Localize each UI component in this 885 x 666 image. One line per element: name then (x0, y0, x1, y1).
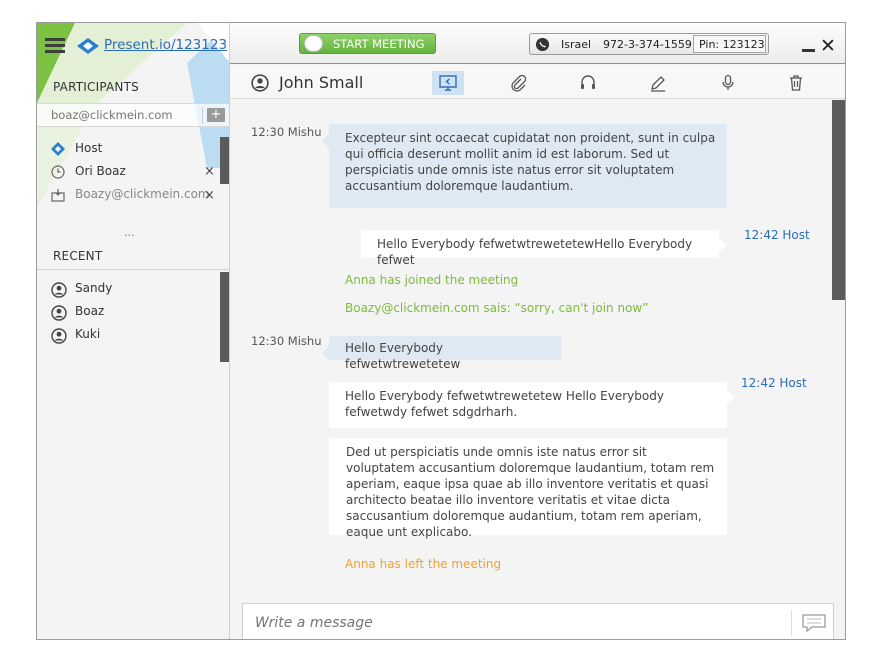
dial-in-number: 972-3-374-1559 (603, 38, 692, 51)
delete-button[interactable] (780, 71, 812, 95)
recent-item[interactable]: Sandy (51, 280, 229, 300)
participant-name: Host (75, 141, 103, 155)
system-message: Boazy@clickmein.com sais: “sorry, can't … (345, 301, 649, 315)
pencil-icon (651, 76, 665, 92)
microphone-button[interactable] (712, 71, 744, 95)
message-bubble: Hello Everybody fefwetwtrewetetewHello E… (361, 230, 726, 267)
message-bubble: Excepteur sint occaecat cupidatat non pr… (322, 124, 727, 208)
meeting-pin: Pin: 123123 (693, 35, 766, 53)
participant-item[interactable]: Boazy@clickmein.com × (51, 186, 229, 206)
host-icon (51, 142, 65, 156)
message-bubble: Hello Everybody fefwetwtrewetetew (322, 336, 561, 371)
recent-item[interactable]: Kuki (51, 326, 229, 346)
remove-participant-icon[interactable]: × (204, 188, 215, 203)
chat-scrollbar[interactable] (832, 100, 845, 300)
brand-logo-icon (77, 38, 99, 54)
top-bar: START MEETING Israel 972-3-374-1559 Pin:… (230, 23, 845, 64)
divider (202, 107, 203, 124)
send-message-icon[interactable] (802, 614, 826, 632)
participant-item[interactable]: Host (51, 140, 229, 160)
recent-name: Sandy (75, 281, 113, 295)
participant-name: Boazy@clickmein.com (75, 187, 210, 201)
draw-button[interactable] (642, 71, 674, 95)
toggle-knob (304, 35, 323, 52)
system-message: Anna has joined the meeting (345, 273, 519, 287)
message-timestamp: 12:42 Host (741, 376, 807, 390)
microphone-icon (722, 74, 734, 90)
message-input[interactable] (255, 613, 775, 633)
invite-pending-icon (51, 189, 65, 202)
dial-in-country: Israel (561, 38, 592, 51)
dial-in-info[interactable]: Israel 972-3-374-1559 Pin: 123123 (529, 33, 769, 55)
phone-icon (536, 38, 549, 51)
start-meeting-label: START MEETING (333, 37, 425, 51)
message-text: Hello Everybody fefwetwtrewetetewHello E… (377, 237, 693, 267)
recent-name: Kuki (75, 327, 101, 341)
user-icon (51, 282, 67, 298)
trash-icon (790, 75, 802, 91)
screen-share-icon (439, 75, 457, 91)
recent-name: Boaz (75, 304, 105, 318)
participants-heading: PARTICIPANTS (53, 80, 139, 94)
system-message: Anna has left the meeting (345, 557, 502, 571)
message-list: 12:30 Mishu Excepteur sint occaecat cupi… (230, 100, 830, 600)
more-participants-button[interactable]: ... (124, 226, 135, 239)
sidebar: Present.io/123123 PARTICIPANTS + Host Or… (37, 23, 230, 639)
chat-header: John Small (230, 65, 845, 99)
headset-icon (581, 75, 595, 89)
message-timestamp: 12:30 Mishu (251, 125, 322, 139)
paperclip-icon (511, 74, 527, 92)
user-icon (251, 74, 269, 92)
minimize-icon[interactable] (802, 49, 815, 52)
screen-share-button[interactable] (432, 71, 464, 95)
invite-email-input[interactable] (51, 107, 201, 123)
clock-icon (51, 165, 65, 179)
message-text: Ded ut perspiciatis unde omnis iste natu… (346, 445, 715, 539)
message-composer (242, 603, 834, 639)
meeting-link[interactable]: Present.io/123123 (104, 37, 227, 53)
app-window: Present.io/123123 PARTICIPANTS + Host Or… (36, 22, 846, 640)
participant-name: Ori Boaz (75, 164, 126, 178)
recent-heading: RECENT (53, 249, 103, 263)
message-text: Excepteur sint occaecat cupidatat non pr… (345, 131, 716, 193)
chat-title: John Small (279, 73, 364, 92)
audio-button[interactable] (572, 71, 604, 95)
message-timestamp: 12:30 Mishu (251, 334, 322, 348)
invite-row: + (37, 103, 229, 127)
user-icon (51, 328, 67, 344)
participant-item[interactable]: Ori Boaz × (51, 163, 229, 183)
message-text: Hello Everybody fefwetwtrewetetew (345, 341, 461, 371)
message-text: Hello Everybody fefwetwtrewetetew Hello … (345, 389, 664, 419)
divider (791, 610, 792, 636)
menu-icon[interactable] (45, 38, 65, 54)
message-bubble: Ded ut perspiciatis unde omnis iste natu… (329, 438, 727, 539)
add-participant-button[interactable]: + (207, 108, 225, 122)
user-icon (51, 305, 67, 321)
recent-item[interactable]: Boaz (51, 303, 229, 323)
start-meeting-button[interactable]: START MEETING (299, 33, 436, 54)
divider (37, 269, 229, 270)
attach-button[interactable] (502, 71, 534, 95)
remove-participant-icon[interactable]: × (204, 164, 215, 179)
close-icon[interactable]: ✕ (820, 35, 836, 57)
message-timestamp: 12:42 Host (744, 228, 810, 242)
message-bubble: Hello Everybody fefwetwtrewetetew Hello … (329, 382, 734, 428)
